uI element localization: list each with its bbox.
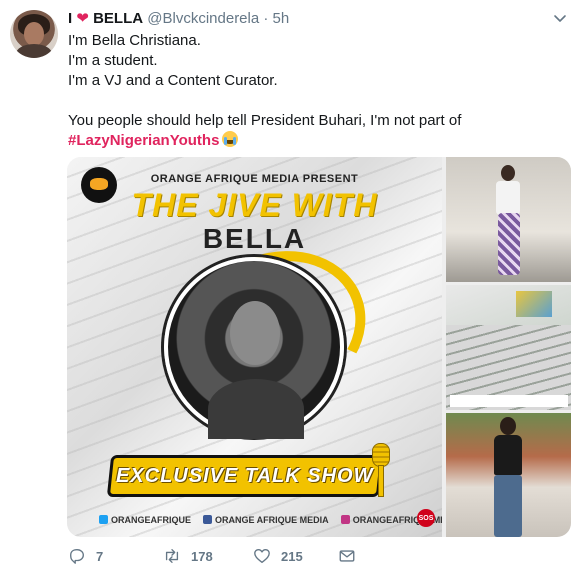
retweet-icon <box>165 549 179 563</box>
poster-socials: ORANGEAFRIQUE ORANGE AFRIQUE MEDIA ORANG… <box>99 515 442 525</box>
chevron-down-icon[interactable] <box>553 12 567 26</box>
poster-portrait <box>164 257 344 439</box>
like-button[interactable]: 215 <box>253 547 338 565</box>
photo-figure-legs <box>498 213 520 275</box>
display-name[interactable]: BELLA <box>93 10 143 27</box>
avatar[interactable] <box>10 10 58 58</box>
tweet-line: I'm Bella Christiana. <box>68 32 201 49</box>
poster-banner-text: EXCLUSIVE TALK SHOW <box>116 464 374 487</box>
tweet-text: I'm Bella Christiana. I'm a student. I'm… <box>68 31 568 151</box>
poster-social-twitter: ORANGEAFRIQUE <box>99 515 191 525</box>
tweet-line: You people should help tell President Bu… <box>68 112 462 129</box>
media-grid: ORANGE AFRIQUE MEDIA PRESENT THE JIVE WI… <box>67 157 571 537</box>
poster-social-facebook-text: ORANGE AFRIQUE MEDIA <box>215 515 329 525</box>
direct-message-button[interactable] <box>338 547 366 565</box>
poster-social-twitter-text: ORANGEAFRIQUE <box>111 515 192 525</box>
photo-wall-art <box>516 291 552 317</box>
tweet-hashtag-line: #LazyNigerianYouths <box>68 131 568 151</box>
reply-icon <box>70 549 84 564</box>
facebook-icon <box>203 515 213 524</box>
twitter-icon <box>99 515 108 524</box>
sos-badge: SOS <box>417 509 435 527</box>
photo-figure-jeans <box>494 475 522 537</box>
heart-icon: ❤ <box>76 10 89 27</box>
tweet-actions: 7 178 215 <box>68 546 366 566</box>
instagram-icon <box>340 515 350 524</box>
tweet-line: I'm a student. <box>68 52 158 69</box>
separator: · <box>263 10 269 27</box>
microphone-icon <box>372 443 390 497</box>
tweet-line: I'm a VJ and a Content Curator. <box>68 72 278 89</box>
like-count: 215 <box>281 548 303 564</box>
crying-face-icon <box>222 131 239 147</box>
poster-name: BELLA <box>202 223 307 254</box>
tweet-header: I ❤ BELLA @Blvckcinderela · 5h <box>68 9 289 29</box>
retweet-count: 178 <box>191 548 213 564</box>
retweet-button[interactable]: 178 <box>163 547 253 565</box>
photo-caption-bar <box>450 395 568 407</box>
poster-presents: ORANGE AFRIQUE MEDIA PRESENT <box>150 173 359 185</box>
poster-image[interactable]: ORANGE AFRIQUE MEDIA PRESENT THE JIVE WI… <box>67 157 442 537</box>
photo-thumbnail-2[interactable] <box>446 285 571 410</box>
poster-banner: EXCLUSIVE TALK SHOW <box>106 455 384 497</box>
reply-button[interactable]: 7 <box>68 547 163 565</box>
poster-social-facebook: ORANGE AFRIQUE MEDIA <box>203 515 329 525</box>
photo-thumbnail-3[interactable] <box>446 413 571 537</box>
user-handle[interactable]: @Blvckcinderela <box>147 10 259 27</box>
avatar-body <box>16 44 52 58</box>
display-name-prefix[interactable]: I <box>68 10 72 27</box>
avatar-face <box>24 22 44 46</box>
reply-count: 7 <box>96 548 104 564</box>
poster-title: THE JIVE WITH <box>131 187 378 223</box>
heart-outline-icon <box>254 549 270 563</box>
tweet-line-blank <box>68 91 568 111</box>
photo-thumbnail-1[interactable] <box>446 157 571 282</box>
timestamp[interactable]: 5h <box>273 10 290 27</box>
hashtag-link[interactable]: #LazyNigerianYouths <box>68 132 219 149</box>
envelope-icon <box>339 550 355 562</box>
